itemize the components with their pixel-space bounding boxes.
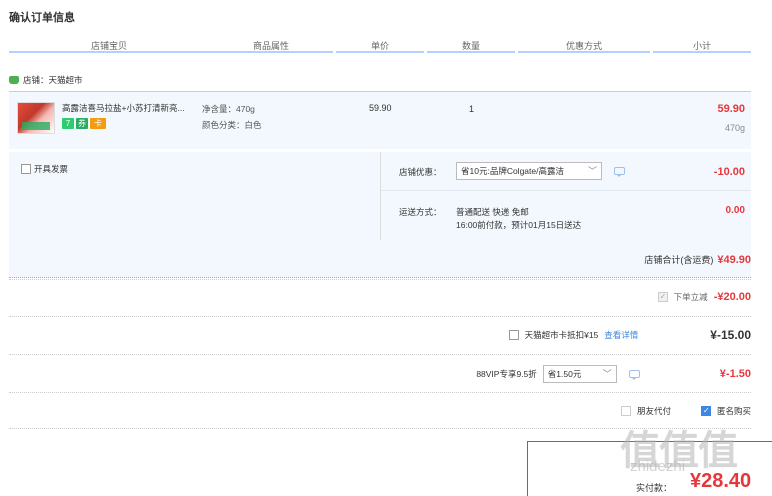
order-discount-label: 下单立减 — [673, 292, 708, 302]
chevron-down-icon: ﹀ — [602, 369, 612, 379]
delivery-info: 普通配送 快递 免邮 16:00前付款，预计01月15日送达 — [456, 206, 581, 232]
chat-bubble-icon[interactable] — [614, 167, 625, 177]
delivery-eta: 16:00前付款，预计01月15日送达 — [456, 220, 582, 230]
item-weight: 470g — [724, 123, 745, 133]
coupon-icon[interactable]: 券 — [76, 118, 88, 129]
order-discount-row: 下单立减 -¥20.00 — [657, 291, 751, 303]
shop-discount-label: 店铺优惠： — [399, 167, 442, 177]
divider — [9, 392, 751, 393]
shop-discount-select[interactable]: 省10元:品牌Colgate/高露洁 ﹀ — [456, 162, 602, 180]
column-header-attributes: 商品属性 — [209, 40, 333, 53]
vip-discount-select[interactable]: 省1.50元 ﹀ — [542, 365, 617, 383]
shop-row: 店铺：天猫超市 — [9, 74, 83, 86]
chevron-down-icon: ﹀ — [587, 166, 597, 176]
order-discount-checkbox — [657, 292, 668, 302]
product-thumbnail[interactable] — [17, 102, 55, 134]
friend-pay-checkbox[interactable] — [620, 406, 631, 416]
quantity: 1 — [469, 104, 475, 114]
friend-pay-label: 朋友代付 — [636, 406, 671, 416]
order-item: 高露洁喜马拉盐+小苏打清新亮... 7 券 卡 净含量：470g 颜色分类：白色… — [9, 91, 751, 149]
tmall-shop-icon — [9, 76, 19, 84]
delivery-label: 运送方式： — [399, 207, 442, 217]
page-title: 确认订单信息 — [9, 12, 75, 24]
attr-color: 颜色分类：白色 — [202, 120, 262, 130]
column-header-discount: 优惠方式 — [518, 40, 650, 53]
invoice-label: 开具发票 — [34, 164, 69, 174]
delivery-method: 普通配送 快递 免邮 — [456, 207, 529, 217]
card-deduct-checkbox[interactable] — [508, 330, 519, 340]
shop-total-amount: ¥49.90 — [717, 254, 751, 266]
seven-day-return-icon[interactable]: 7 — [62, 118, 74, 129]
product-name[interactable]: 高露洁喜马拉盐+小苏打清新亮... — [62, 102, 197, 114]
shipping-amount: 0.00 — [725, 205, 745, 216]
unit-price: 59.90 — [369, 103, 392, 113]
shop-discount-amount: -10.00 — [713, 166, 745, 178]
anonymous-label: 匿名购买 — [716, 406, 751, 416]
card-deduct-label: 天猫超市卡抵扣¥15 — [524, 330, 599, 340]
column-header-item: 店铺宝贝 — [9, 40, 209, 53]
vip-discount-value: 省1.50元 — [547, 369, 582, 379]
watermark-text: zhidezhi — [630, 458, 686, 475]
card-icon[interactable]: 卡 — [90, 118, 106, 129]
vip-discount-amount: ¥-1.50 — [719, 368, 751, 380]
card-deduct-row: 天猫超市卡抵扣¥15 查看详情 ¥-15.00 — [508, 328, 751, 342]
order-options: 开具发票 店铺优惠： 省10元:品牌Colgate/高露洁 ﹀ -10.00 运… — [9, 152, 751, 278]
divider — [381, 190, 751, 191]
payment-label: 实付款： — [636, 483, 673, 493]
column-header-unit-price: 单价 — [336, 40, 424, 53]
divider — [9, 279, 751, 280]
shop-total: 店铺合计(含运费) ¥49.90 — [644, 253, 751, 266]
vip-label: 88VIP专享9.5折 — [476, 369, 537, 379]
item-subtotal: 59.90 — [717, 103, 745, 115]
view-details-link[interactable]: 查看详情 — [604, 329, 638, 341]
shop-options-panel: 店铺优惠： 省10元:品牌Colgate/高露洁 ﹀ -10.00 运送方式： … — [380, 152, 751, 240]
vip-row: 88VIP专享9.5折 省1.50元 ﹀ ¥-1.50 — [476, 365, 751, 383]
card-deduct-amount: ¥-15.00 — [710, 328, 751, 342]
product-badges: 7 券 卡 — [62, 118, 106, 129]
chat-bubble-icon[interactable] — [628, 370, 640, 380]
order-discount-amount: -¥20.00 — [713, 291, 751, 303]
shop-total-label: 店铺合计(含运费) — [644, 255, 714, 265]
shop-discount-value: 省10元:品牌Colgate/高露洁 — [461, 166, 564, 176]
shop-label[interactable]: 店铺：天猫超市 — [23, 74, 83, 86]
invoice-checkbox[interactable] — [21, 164, 31, 174]
invoice-option[interactable]: 开具发票 — [21, 163, 68, 175]
column-header-subtotal: 小计 — [653, 40, 751, 53]
divider — [9, 316, 751, 317]
column-header-quantity: 数量 — [427, 40, 515, 53]
payment-options-row: 朋友代付 匿名购买 — [620, 405, 751, 417]
attr-weight: 净含量：470g — [202, 104, 255, 114]
anonymous-checkbox[interactable] — [700, 406, 711, 416]
divider — [9, 354, 751, 355]
